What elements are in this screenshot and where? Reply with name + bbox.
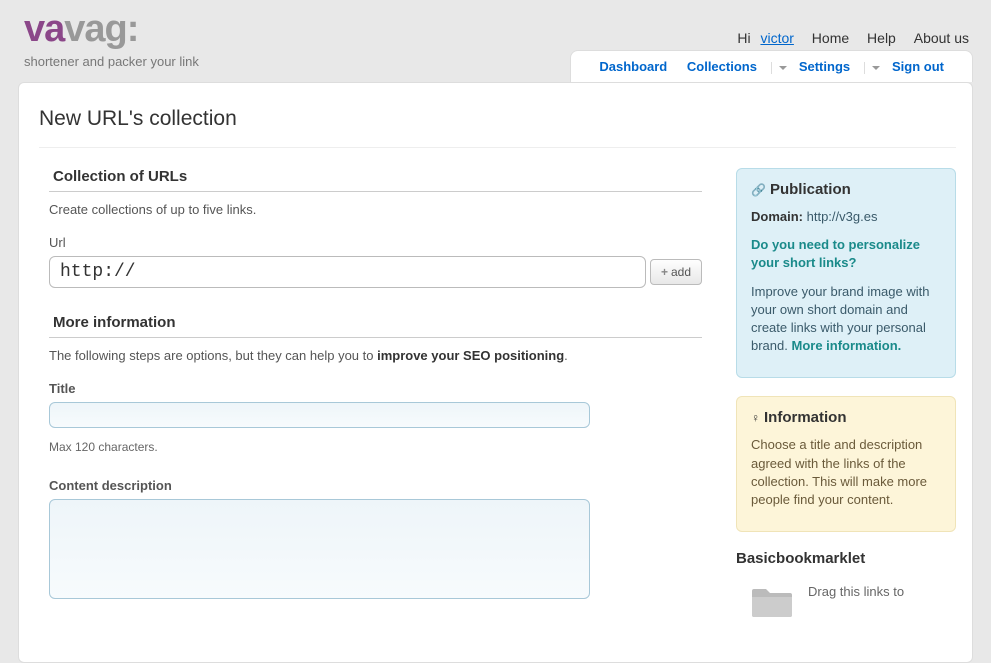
information-text: Choose a title and description agreed wi… — [751, 436, 941, 509]
brand-text: Improve your brand image with your own s… — [751, 283, 941, 356]
information-heading-text: Information — [764, 409, 847, 426]
content-card: New URL's collection Collection of URLs … — [18, 82, 973, 663]
personalize-link[interactable]: Do you need to personalize your short li… — [751, 237, 920, 270]
section-collection-heading: Collection of URLs — [49, 168, 702, 192]
help-link[interactable]: Help — [867, 30, 896, 46]
bookmarklet-row: Drag this links to — [736, 583, 956, 622]
nav-settings[interactable]: Settings — [799, 59, 850, 74]
page-title: New URL's collection — [39, 107, 956, 148]
section-collection-subtext: Create collections of up to five links. — [49, 202, 702, 217]
folder-icon — [750, 583, 794, 622]
more-info-link[interactable]: More information. — [791, 338, 901, 353]
nav-divider — [864, 62, 865, 74]
seo-text-bold: improve your SEO positioning — [377, 348, 564, 363]
domain-label: Domain: — [751, 209, 803, 224]
seo-text-pre: The following steps are options, but the… — [49, 348, 377, 363]
seo-text: The following steps are options, but the… — [49, 348, 702, 363]
add-button-label: add — [671, 265, 691, 279]
publication-domain: Domain: http://v3g.es — [751, 208, 941, 226]
chevron-down-icon[interactable] — [872, 66, 880, 70]
main-form-column: Collection of URLs Create collections of… — [39, 168, 702, 622]
add-button[interactable]: +add — [650, 259, 702, 285]
desc-textarea[interactable] — [49, 499, 590, 599]
logo-colon: : — [127, 8, 139, 50]
top-right-links: Hi victor Home Help About us — [737, 30, 969, 46]
plus-icon: + — [661, 265, 668, 279]
publication-heading-text: Publication — [770, 181, 851, 198]
publication-heading: 🔗 Publication — [751, 181, 941, 198]
publication-box: 🔗 Publication Domain: http://v3g.es Do yo… — [736, 168, 956, 378]
title-hint: Max 120 characters. — [49, 440, 702, 454]
nav-dashboard[interactable]: Dashboard — [599, 59, 667, 74]
bulb-icon: ♀ — [751, 411, 760, 425]
bookmarklet-text: Drag this links to — [808, 583, 904, 601]
logo[interactable]: vavag: shortener and packer your link — [24, 10, 199, 69]
information-heading: ♀ Information — [751, 409, 941, 426]
sidebar-column: 🔗 Publication Domain: http://v3g.es Do yo… — [736, 168, 956, 622]
nav-divider — [771, 62, 772, 74]
about-link[interactable]: About us — [914, 30, 969, 46]
link-icon: 🔗 — [751, 183, 766, 197]
nav-collections[interactable]: Collections — [687, 59, 757, 74]
logo-part2: vag — [64, 8, 126, 50]
bookmarklet-heading: Basicbookmarklet — [736, 550, 956, 567]
tagline: shortener and packer your link — [24, 54, 199, 69]
home-link[interactable]: Home — [812, 30, 849, 46]
greeting: Hi — [737, 30, 750, 46]
nav-tabs: Dashboard Collections Settings Sign out — [570, 50, 973, 82]
user-link[interactable]: victor — [760, 30, 793, 46]
url-input[interactable] — [49, 256, 646, 288]
section-moreinfo-heading: More information — [49, 314, 702, 338]
nav-signout[interactable]: Sign out — [892, 59, 944, 74]
domain-value: http://v3g.es — [807, 209, 878, 224]
title-label: Title — [49, 381, 702, 396]
information-box: ♀ Information Choose a title and descript… — [736, 396, 956, 532]
chevron-down-icon[interactable] — [779, 66, 787, 70]
url-label: Url — [49, 235, 702, 250]
logo-part1: va — [24, 8, 64, 50]
title-input[interactable] — [49, 402, 590, 428]
desc-label: Content description — [49, 478, 702, 493]
